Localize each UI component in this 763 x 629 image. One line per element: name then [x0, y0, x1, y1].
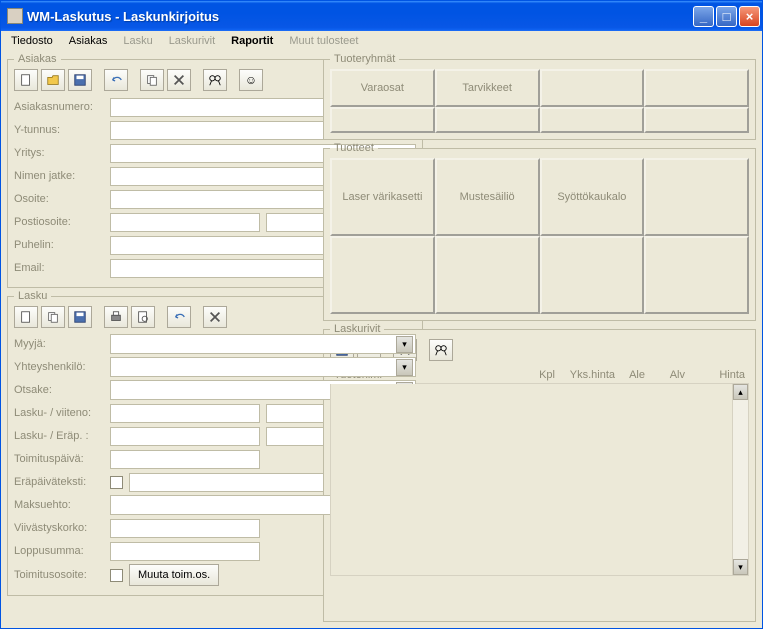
tuoteryhmat-group: Tuoteryhmät Varaosat Tarvikkeet — [323, 53, 756, 140]
input-toimituspaiva[interactable] — [110, 450, 260, 469]
tuoteryhma-button[interactable]: Tarvikkeet — [435, 69, 540, 107]
tuoteryhma-button[interactable] — [540, 69, 645, 107]
col-kpl: Kpl — [515, 369, 555, 381]
label-laskuerap: Lasku- / Eräp. : — [14, 430, 110, 442]
button-muuta-toimos[interactable]: Muuta toim.os. — [129, 564, 219, 586]
input-laskuno[interactable] — [110, 404, 260, 423]
lasku-delete-button[interactable] — [203, 306, 227, 328]
lasku-copy-button[interactable] — [41, 306, 65, 328]
app-window: WM-Laskutus - Laskunkirjoitus _ □ × Tied… — [0, 0, 763, 629]
copy-button[interactable] — [140, 69, 164, 91]
save-button[interactable] — [68, 69, 92, 91]
lasku-legend: Lasku — [14, 290, 51, 302]
tuote-button[interactable] — [540, 236, 645, 314]
tuote-button[interactable] — [644, 236, 749, 314]
label-loppusumma: Loppusumma: — [14, 545, 110, 557]
window-title: WM-Laskutus - Laskunkirjoitus — [27, 9, 693, 24]
label-maksuehto: Maksuehto: — [14, 499, 110, 511]
label-erapaivateksti: Eräpäiväteksti: — [14, 476, 110, 488]
lasku-preview-button[interactable] — [131, 306, 155, 328]
col-alv: Alv — [645, 369, 685, 381]
label-puhelin: Puhelin: — [14, 239, 110, 251]
tuoteryhma-button[interactable] — [644, 69, 749, 107]
check-toimitusosoite[interactable] — [110, 569, 123, 582]
label-nimenjatke: Nimen jatke: — [14, 170, 110, 182]
label-asiakasnumero: Asiakasnumero: — [14, 101, 110, 113]
menu-lasku[interactable]: Lasku — [117, 33, 158, 49]
tuote-button[interactable] — [330, 236, 435, 314]
input-postinumero[interactable] — [110, 213, 260, 232]
menu-raportit[interactable]: Raportit — [225, 33, 279, 49]
tuote-button[interactable]: Mustesäiliö — [435, 158, 540, 236]
maximize-button[interactable]: □ — [716, 6, 737, 27]
menu-tiedosto[interactable]: Tiedosto — [5, 33, 59, 49]
find-button[interactable] — [203, 69, 227, 91]
menu-muut[interactable]: Muut tulosteet — [283, 33, 364, 49]
lasku-save-button[interactable] — [68, 306, 92, 328]
help-button[interactable]: ☺ — [239, 69, 263, 91]
tuoteryhma-button[interactable] — [644, 107, 749, 133]
scroll-down-icon[interactable]: ▾ — [733, 559, 748, 575]
label-ytunnus: Y-tunnus: — [14, 124, 110, 136]
label-yhteyshenkilo: Yhteyshenkilö: — [14, 361, 110, 373]
select-yhteyshenkilo[interactable] — [110, 357, 416, 377]
col-ykshinta: Yks.hinta — [555, 369, 615, 381]
label-postiosoite: Postiosoite: — [14, 216, 110, 228]
label-toimitusosoite: Toimitusosoite: — [14, 569, 110, 581]
tuote-button[interactable]: Laser värikasetti — [330, 158, 435, 236]
menu-laskurivit[interactable]: Laskurivit — [163, 33, 221, 49]
asiakas-legend: Asiakas — [14, 53, 61, 65]
tuoteryhma-button[interactable] — [330, 107, 435, 133]
tuoteryhma-button[interactable]: Varaosat — [330, 69, 435, 107]
col-ale: Ale — [615, 369, 645, 381]
tuote-button[interactable] — [644, 158, 749, 236]
tuote-button[interactable]: Syöttökaukalo — [540, 158, 645, 236]
label-yritys: Yritys: — [14, 147, 110, 159]
input-viivastyskorko[interactable] — [110, 519, 260, 538]
open-button[interactable] — [41, 69, 65, 91]
label-otsake: Otsake: — [14, 384, 110, 396]
col-hinta: Hinta — [685, 369, 745, 381]
scrollbar[interactable]: ▴ ▾ — [732, 384, 748, 575]
tuoteryhmat-legend: Tuoteryhmät — [330, 53, 399, 65]
label-email: Email: — [14, 262, 110, 274]
undo-button[interactable] — [104, 69, 128, 91]
delete-button[interactable] — [167, 69, 191, 91]
app-icon — [7, 8, 23, 24]
rivit-find-button[interactable] — [429, 339, 453, 361]
new-button[interactable] — [14, 69, 38, 91]
label-viivastyskorko: Viivästyskorko: — [14, 522, 110, 534]
tuote-button[interactable] — [435, 236, 540, 314]
scroll-up-icon[interactable]: ▴ — [733, 384, 748, 400]
lasku-new-button[interactable] — [14, 306, 38, 328]
menu-asiakas[interactable]: Asiakas — [63, 33, 114, 49]
lasku-print-button[interactable] — [104, 306, 128, 328]
laskurivit-list[interactable]: ▴ ▾ — [330, 384, 749, 576]
tuoteryhma-button[interactable] — [540, 107, 645, 133]
label-osoite: Osoite: — [14, 193, 110, 205]
label-laskuviiteno: Lasku- / viiteno: — [14, 407, 110, 419]
label-myyja: Myyjä: — [14, 338, 110, 350]
input-laskupvm[interactable] — [110, 427, 260, 446]
lasku-undo-button[interactable] — [167, 306, 191, 328]
input-loppusumma[interactable] — [110, 542, 260, 561]
close-button[interactable]: × — [739, 6, 760, 27]
titlebar: WM-Laskutus - Laskunkirjoitus _ □ × — [1, 1, 762, 31]
tuoteryhma-button[interactable] — [435, 107, 540, 133]
tuotteet-group: Tuotteet Laser värikasetti Mustesäiliö S… — [323, 142, 756, 321]
minimize-button[interactable]: _ — [693, 6, 714, 27]
check-erapaivateksti[interactable] — [110, 476, 123, 489]
label-toimituspaiva: Toimituspäivä: — [14, 453, 110, 465]
tuotteet-legend: Tuotteet — [330, 142, 378, 154]
menubar: Tiedosto Asiakas Lasku Laskurivit Raport… — [1, 31, 762, 51]
content: Asiakas ☺ Asiakasnumero: Y-tunnus: — [1, 51, 762, 628]
select-myyja[interactable] — [110, 334, 416, 354]
